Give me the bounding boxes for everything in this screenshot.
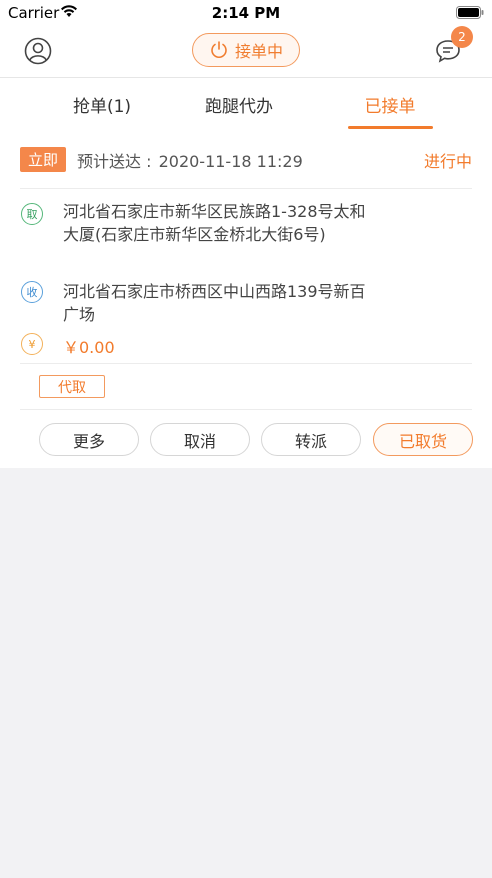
order-price: ￥0.00 (63, 338, 115, 357)
receive-icon: 收 (21, 281, 43, 303)
estimated-delivery: 预计送达 : 2020-11-18 11:29 (77, 148, 303, 172)
status-bar: Carrier 2:14 PM (0, 0, 492, 26)
cancel-button[interactable]: 取消 (150, 423, 250, 456)
picked-up-button[interactable]: 已取货 (373, 423, 473, 456)
user-profile-icon[interactable] (24, 37, 52, 65)
tab-accepted-orders[interactable]: 已接单 (338, 78, 442, 130)
message-count-badge: 2 (451, 26, 473, 48)
divider (20, 188, 472, 189)
battery-icon (456, 6, 484, 19)
accept-toggle-label: 接单中 (234, 42, 283, 61)
power-icon (211, 41, 227, 58)
pickup-address: 河北省石家庄市新华区民族路1-328号太和大厦(石家庄市新华区金桥北大街6号) (63, 202, 366, 244)
transfer-button[interactable]: 转派 (261, 423, 361, 456)
pickup-icon: 取 (21, 203, 43, 225)
service-tag: 代取 (39, 375, 105, 398)
timing-badge: 立即 (20, 147, 66, 172)
order-card[interactable]: 立即 预计送达 : 2020-11-18 11:29 进行中 取 河北省石家庄市… (0, 130, 492, 468)
tab-grab-orders[interactable]: 抢单(1) (50, 78, 154, 130)
order-status: 进行中 (423, 152, 472, 171)
nav-bar: 接单中 2 (0, 26, 492, 78)
eta-label: 预计送达 : (77, 152, 152, 171)
eta-value: 2020-11-18 11:29 (158, 152, 303, 171)
active-tab-indicator (348, 126, 433, 129)
tab-errand-service[interactable]: 跑腿代办 (187, 78, 291, 130)
accept-orders-toggle[interactable]: 接单中 (192, 33, 300, 67)
clock: 2:14 PM (211, 4, 281, 22)
receive-address: 河北省石家庄市桥西区中山西路139号新百广场 (63, 282, 366, 324)
divider (20, 409, 472, 410)
price-icon: ¥ (21, 333, 43, 355)
more-button[interactable]: 更多 (39, 423, 139, 456)
divider (20, 363, 472, 364)
order-tabs: 抢单(1) 跑腿代办 已接单 (0, 78, 492, 130)
